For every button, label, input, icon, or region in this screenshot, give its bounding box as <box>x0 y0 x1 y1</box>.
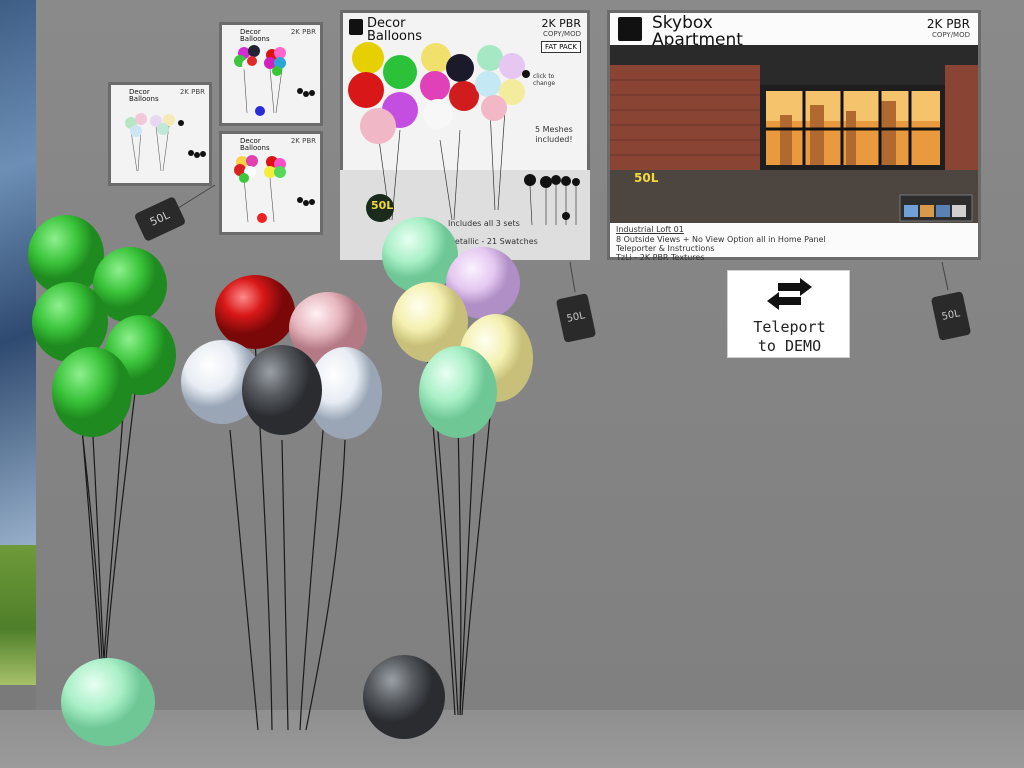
balloon-bunches[interactable] <box>0 0 1024 768</box>
red-white-gray-balloon-bunch <box>181 275 382 439</box>
floor-balloon-gray <box>363 655 445 739</box>
pastel-balloon-bunch <box>382 217 533 438</box>
floor-balloon-mint <box>61 658 155 746</box>
green-balloon-bunch <box>28 215 176 437</box>
scene-viewport: Decor Balloons 2K PBR Decor Balloons 2K … <box>0 0 1024 768</box>
